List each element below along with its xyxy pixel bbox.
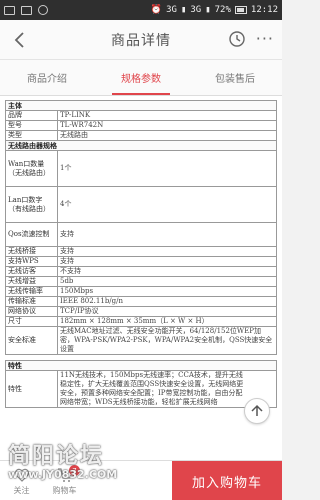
spec-key-bridge: 无线桥接 <box>5 246 58 257</box>
section-router-title: 无线路由器规格 <box>5 140 277 151</box>
table-row: 支持WPS 支持 <box>5 256 277 267</box>
table-row: Lan口数字（有线路由） 4个 <box>5 186 277 223</box>
spec-key-security: 安全标准 <box>5 326 58 355</box>
spec-key-model: 型号 <box>5 120 58 131</box>
table-row: 特性 11N无线技术，150Mbps无线速率；CCA技术，提升无线稳定性，扩大无线… <box>5 370 277 408</box>
table-row: 无线传输率 150Mbps <box>5 286 277 297</box>
table-row: Wan口数量（无线路由） 1个 <box>5 150 277 187</box>
battery-icon <box>234 6 247 14</box>
cart-count-badge: 7 <box>69 465 80 476</box>
cart-button[interactable]: 购物车 7 <box>43 461 86 500</box>
spec-value-gain: 5db <box>57 276 277 287</box>
spec-content: 主体 品牌 TP-LINK 型号 TL-WR742N 类型 无线路由 无线路由器规格 … <box>0 96 282 460</box>
history-clock-icon[interactable] <box>228 30 246 48</box>
chevron-left-icon <box>14 32 24 48</box>
message-notification-icon <box>21 5 32 15</box>
network-label-2: 3G <box>190 5 202 15</box>
spec-key-lan: Lan口数字（有线路由） <box>5 186 58 223</box>
spec-value-brand: TP-LINK <box>57 110 277 121</box>
spec-value-wan: 1个 <box>57 150 277 187</box>
spec-value-rate: 150Mbps <box>57 286 277 297</box>
spec-key-brand: 品牌 <box>5 110 58 121</box>
table-row: 无线访客 不支持 <box>5 266 277 277</box>
table-row: 类型 无线路由 <box>5 130 277 141</box>
spec-key-wps: 支持WPS <box>5 256 58 267</box>
spec-section-row: 特性 <box>5 360 277 371</box>
spec-value-model: TL-WR742N <box>57 120 277 131</box>
table-row: Qos流速控制 支持 <box>5 222 277 247</box>
spec-value-feature: 11N无线技术，150Mbps无线速率；CCA技术，提升无线稳定性，扩大无线覆盖… <box>57 370 277 408</box>
spec-key-guest: 无线访客 <box>5 266 58 277</box>
more-options-icon[interactable]: ··· <box>256 30 274 48</box>
table-row: 尺寸 182mm × 128mm × 35mm（L × W × H） <box>5 316 277 327</box>
tab-bar: 商品介绍 规格参数 包装售后 <box>0 60 282 96</box>
signal-icon: ▮ <box>180 5 187 15</box>
spec-key-size: 尺寸 <box>5 316 58 327</box>
alarm-icon: ⏰ <box>150 5 163 15</box>
bottom-action-bar: 关注 购物车 7 加入购物车 <box>0 460 282 500</box>
spec-value-bridge: 支持 <box>57 246 277 257</box>
table-row: 网络协议 TCP/IP协议 <box>5 306 277 317</box>
table-row: 传输标准 IEEE 802.11b/g/n <box>5 296 277 307</box>
spec-key-rate: 无线传输率 <box>5 286 58 297</box>
clock-time: 12:12 <box>250 5 278 15</box>
spec-value-type: 无线路由 <box>57 130 277 141</box>
spec-section-row: 无线路由器规格 <box>5 140 277 151</box>
tab-product-intro[interactable]: 商品介绍 <box>0 60 94 95</box>
spec-value-standard: IEEE 802.11b/g/n <box>57 296 277 307</box>
spec-value-qos: 支持 <box>57 222 277 247</box>
arrow-up-icon <box>251 404 263 416</box>
spec-value-guest: 不支持 <box>57 266 277 277</box>
spec-key-standard: 传输标准 <box>5 296 58 307</box>
spec-key-qos: Qos流速控制 <box>5 222 58 247</box>
spec-value-lan: 4个 <box>57 186 277 223</box>
section-feature-title: 特性 <box>5 360 277 371</box>
status-bar: ⏰ 3G ▮ 3G ▮ 72% 12:12 <box>0 0 282 20</box>
spec-value-wps: 支持 <box>57 256 277 267</box>
add-to-cart-button[interactable]: 加入购物车 <box>172 461 282 500</box>
page-title: 商品详情 <box>111 32 171 49</box>
spec-section-row: 主体 <box>5 100 277 111</box>
top-nav-bar: 商品详情 ··· <box>0 20 282 60</box>
network-label-1: 3G <box>166 5 177 15</box>
table-row: 无线桥接 支持 <box>5 246 277 257</box>
spec-table: 主体 品牌 TP-LINK 型号 TL-WR742N 类型 无线路由 无线路由器规格 … <box>5 100 277 408</box>
spec-key-wan: Wan口数量（无线路由） <box>5 150 58 187</box>
spec-value-security: 无线MAC地址过滤、无线安全功能开关，64/128/152位WEP加密，WPA-… <box>57 326 277 355</box>
spec-key-gain: 天线增益 <box>5 276 58 287</box>
spec-key-protocol: 网络协议 <box>5 306 58 317</box>
image-notification-icon <box>4 5 15 15</box>
spec-key-feature: 特性 <box>5 370 58 408</box>
scroll-to-top-button[interactable] <box>244 398 270 424</box>
table-row: 安全标准 无线MAC地址过滤、无线安全功能开关，64/128/152位WEP加密，… <box>5 326 277 355</box>
cart-label: 购物车 <box>52 485 77 495</box>
section-main-title: 主体 <box>5 100 277 111</box>
back-button[interactable] <box>8 28 30 52</box>
follow-label: 关注 <box>13 485 30 495</box>
follow-button[interactable]: 关注 <box>0 461 43 500</box>
signal-icon-2: ▮ <box>205 5 211 15</box>
spec-key-type: 类型 <box>5 130 58 141</box>
app-notification-icon <box>38 5 48 15</box>
battery-percent: 72% <box>214 5 231 15</box>
spec-value-size: 182mm × 128mm × 35mm（L × W × H） <box>57 316 277 327</box>
spec-value-protocol: TCP/IP协议 <box>57 306 277 317</box>
tab-packaging-service[interactable]: 包装售后 <box>188 60 282 95</box>
table-row: 品牌 TP-LINK <box>5 110 277 121</box>
heart-icon <box>14 468 29 482</box>
tab-specifications[interactable]: 规格参数 <box>94 60 188 95</box>
table-row: 天线增益 5db <box>5 276 277 287</box>
table-row: 型号 TL-WR742N <box>5 120 277 131</box>
